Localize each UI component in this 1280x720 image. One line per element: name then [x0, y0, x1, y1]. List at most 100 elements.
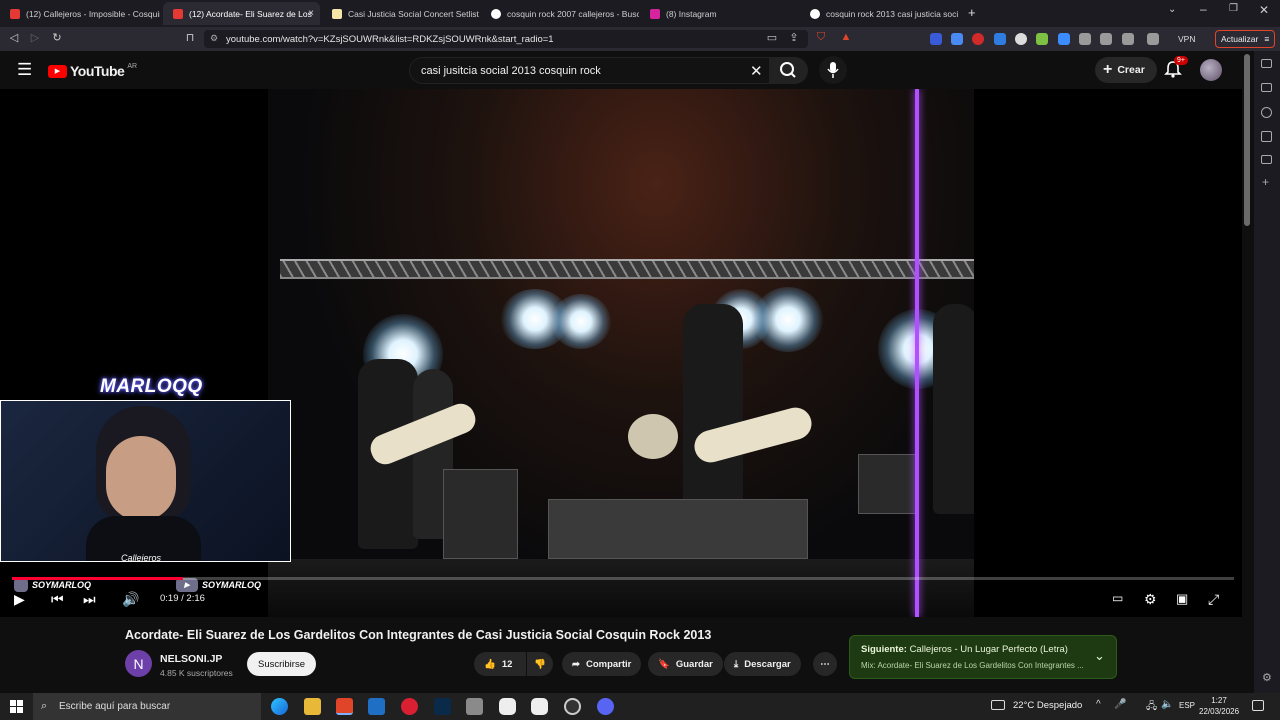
youtube-logo[interactable]: ▶ YouTube AR	[48, 63, 137, 79]
wallet-icon[interactable]	[1147, 33, 1159, 45]
sidebar-reading-list-icon[interactable]	[1261, 59, 1272, 68]
app-icon[interactable]	[466, 698, 483, 715]
clear-search-icon[interactable]: ✕	[750, 62, 763, 80]
weather-widget[interactable]: 22°C Despejado	[1013, 700, 1082, 711]
extension-icon[interactable]	[972, 33, 984, 45]
search-button[interactable]	[770, 57, 808, 84]
window-close-icon[interactable]: ✕	[1259, 3, 1269, 17]
browser-tab[interactable]: cosquin rock 2013 casi justicia social	[800, 2, 958, 25]
up-next-card[interactable]: Siguiente: Callejeros - Un Lugar Perfect…	[849, 635, 1117, 679]
next-icon[interactable]: ⏭	[83, 591, 96, 608]
keyboard-icon[interactable]	[991, 700, 1005, 710]
page-scrollbar[interactable]	[1244, 54, 1250, 226]
browser-tab[interactable]: (12) Callejeros - Imposible - Cosquin	[0, 2, 160, 25]
bookmark-icon[interactable]: ⊓	[182, 31, 198, 44]
avatar[interactable]	[1200, 59, 1222, 81]
file-explorer-icon[interactable]	[304, 698, 321, 715]
fullscreen-icon[interactable]: ⤢	[1208, 591, 1219, 608]
maximize-icon[interactable]: ❐	[1229, 3, 1238, 14]
like-button[interactable]: 👍 12	[474, 652, 526, 676]
extension-icon[interactable]	[1036, 33, 1048, 45]
network-icon[interactable]: 🖧	[1146, 699, 1157, 716]
download-button[interactable]: ⤓ Descargar	[724, 652, 801, 676]
tray-expand-icon[interactable]: ^	[1096, 699, 1101, 710]
music-extension-icon[interactable]	[1100, 33, 1112, 45]
back-icon[interactable]: ◁	[6, 31, 22, 44]
microphone-tray-icon[interactable]: 🎤	[1114, 699, 1126, 710]
webcam-caption: Callejeros	[121, 553, 162, 562]
progress-fill	[12, 577, 184, 580]
reload-icon[interactable]: ↻	[49, 31, 65, 44]
notifications-button[interactable]: 9+	[1164, 56, 1188, 83]
discord-icon[interactable]	[597, 698, 614, 715]
capcut-icon[interactable]	[499, 698, 516, 715]
search-icon: ⌕	[41, 700, 48, 712]
url-text: youtube.com/watch?v=KZsjSOUWRnk&list=RDK…	[226, 33, 554, 45]
obs-icon[interactable]	[564, 698, 581, 715]
taskbar-search-input[interactable]: ⌕ Escribe aquí para buscar	[33, 693, 261, 720]
channel-name[interactable]: NELSONI.JP	[160, 653, 222, 665]
hamburger-menu-icon[interactable]: ☰	[17, 60, 32, 80]
sidebar-history-icon[interactable]	[1261, 107, 1272, 118]
voice-search-button[interactable]	[819, 56, 847, 84]
address-bar[interactable]: ⚙ youtube.com/watch?v=KZsjSOUWRnk&list=R…	[204, 30, 808, 48]
browser-tab-bar: (12) Callejeros - Imposible - Cosquin (1…	[0, 0, 1280, 27]
subtitles-icon[interactable]: ▭	[1112, 591, 1123, 605]
system-clock[interactable]: 1:27 22/03/2026	[1199, 695, 1239, 717]
cast-icon[interactable]: ▭	[764, 31, 780, 44]
update-button[interactable]: Actualizar ≡	[1215, 30, 1275, 48]
brave-rewards-icon[interactable]: ▲	[838, 31, 854, 43]
vpn-button[interactable]: VPN	[1178, 34, 1195, 44]
subscribe-button[interactable]: Suscribirse	[247, 652, 316, 676]
minimize-icon[interactable]: –	[1200, 2, 1207, 16]
brave-browser-icon[interactable]	[336, 698, 353, 715]
sidebar-toggle-icon[interactable]	[1122, 33, 1134, 45]
brave-shields-icon[interactable]: ⛉	[813, 31, 829, 44]
dislike-button[interactable]: 👎	[527, 652, 553, 676]
sidebar-chat-icon[interactable]	[1261, 155, 1272, 164]
tab-list-chevron-icon[interactable]: ⌄	[1168, 4, 1176, 15]
sidebar-add-icon[interactable]: +	[1262, 175, 1269, 189]
capcut-icon[interactable]	[531, 698, 548, 715]
create-button[interactable]: + Crear	[1095, 57, 1157, 83]
previous-icon[interactable]: ⏮	[51, 591, 64, 608]
vscode-icon[interactable]	[368, 698, 385, 715]
share-button[interactable]: ➦ Compartir	[562, 652, 642, 676]
play-button[interactable]: ▶	[14, 591, 25, 608]
extension-icon[interactable]	[994, 33, 1006, 45]
notification-center-icon[interactable]	[1252, 700, 1264, 711]
windows-taskbar: ⌕ Escribe aquí para buscar ^ 🎤 🖧 🔈 ESP	[0, 693, 1280, 720]
more-actions-button[interactable]: ⋯	[813, 652, 837, 676]
sidebar-settings-icon[interactable]: ⚙	[1262, 671, 1272, 684]
site-settings-icon[interactable]: ⚙	[210, 33, 218, 44]
photoshop-icon[interactable]	[434, 698, 451, 715]
edge-icon[interactable]	[271, 698, 288, 715]
search-input[interactable]: casi jusitcia social 2013 cosquin rock ✕	[409, 57, 770, 84]
forward-icon[interactable]: ▷	[27, 31, 43, 44]
tab-close-icon[interactable]: ×	[308, 8, 314, 19]
save-button[interactable]: 🔖 Guardar	[648, 652, 723, 676]
settings-gear-icon[interactable]: ⚙	[1144, 591, 1157, 608]
sidebar-wallet-icon[interactable]	[1261, 131, 1272, 142]
volume-icon[interactable]: 🔊	[122, 591, 139, 608]
theater-mode-icon[interactable]: ▣	[1176, 591, 1188, 607]
language-indicator[interactable]: ESP	[1179, 701, 1195, 710]
extension-icon[interactable]	[1058, 33, 1070, 45]
browser-tab[interactable]: Casi Justicia Social Concert Setlist at	[322, 2, 480, 25]
chevron-down-icon[interactable]: ⌄	[1094, 648, 1105, 664]
new-tab-button[interactable]: +	[968, 5, 976, 20]
browser-tab-active[interactable]: (12) Acordate- Eli Suarez de Los ×	[163, 2, 320, 25]
extension-icon[interactable]	[930, 33, 942, 45]
channel-avatar[interactable]: N	[125, 650, 152, 677]
share-icon[interactable]: ⇪	[786, 31, 802, 44]
extension-icon[interactable]	[1079, 33, 1091, 45]
browser-tab[interactable]: (8) Instagram	[640, 2, 800, 25]
browser-tab[interactable]: cosquin rock 2007 callejeros - Busca	[481, 2, 639, 25]
extension-icon[interactable]	[1015, 33, 1027, 45]
sidebar-bookmarks-icon[interactable]	[1261, 83, 1272, 92]
opera-icon[interactable]	[401, 698, 418, 715]
extension-icon[interactable]	[951, 33, 963, 45]
progress-bar[interactable]	[12, 577, 1234, 580]
windows-start-icon[interactable]	[10, 700, 23, 718]
speaker-icon[interactable]: 🔈	[1161, 699, 1173, 710]
